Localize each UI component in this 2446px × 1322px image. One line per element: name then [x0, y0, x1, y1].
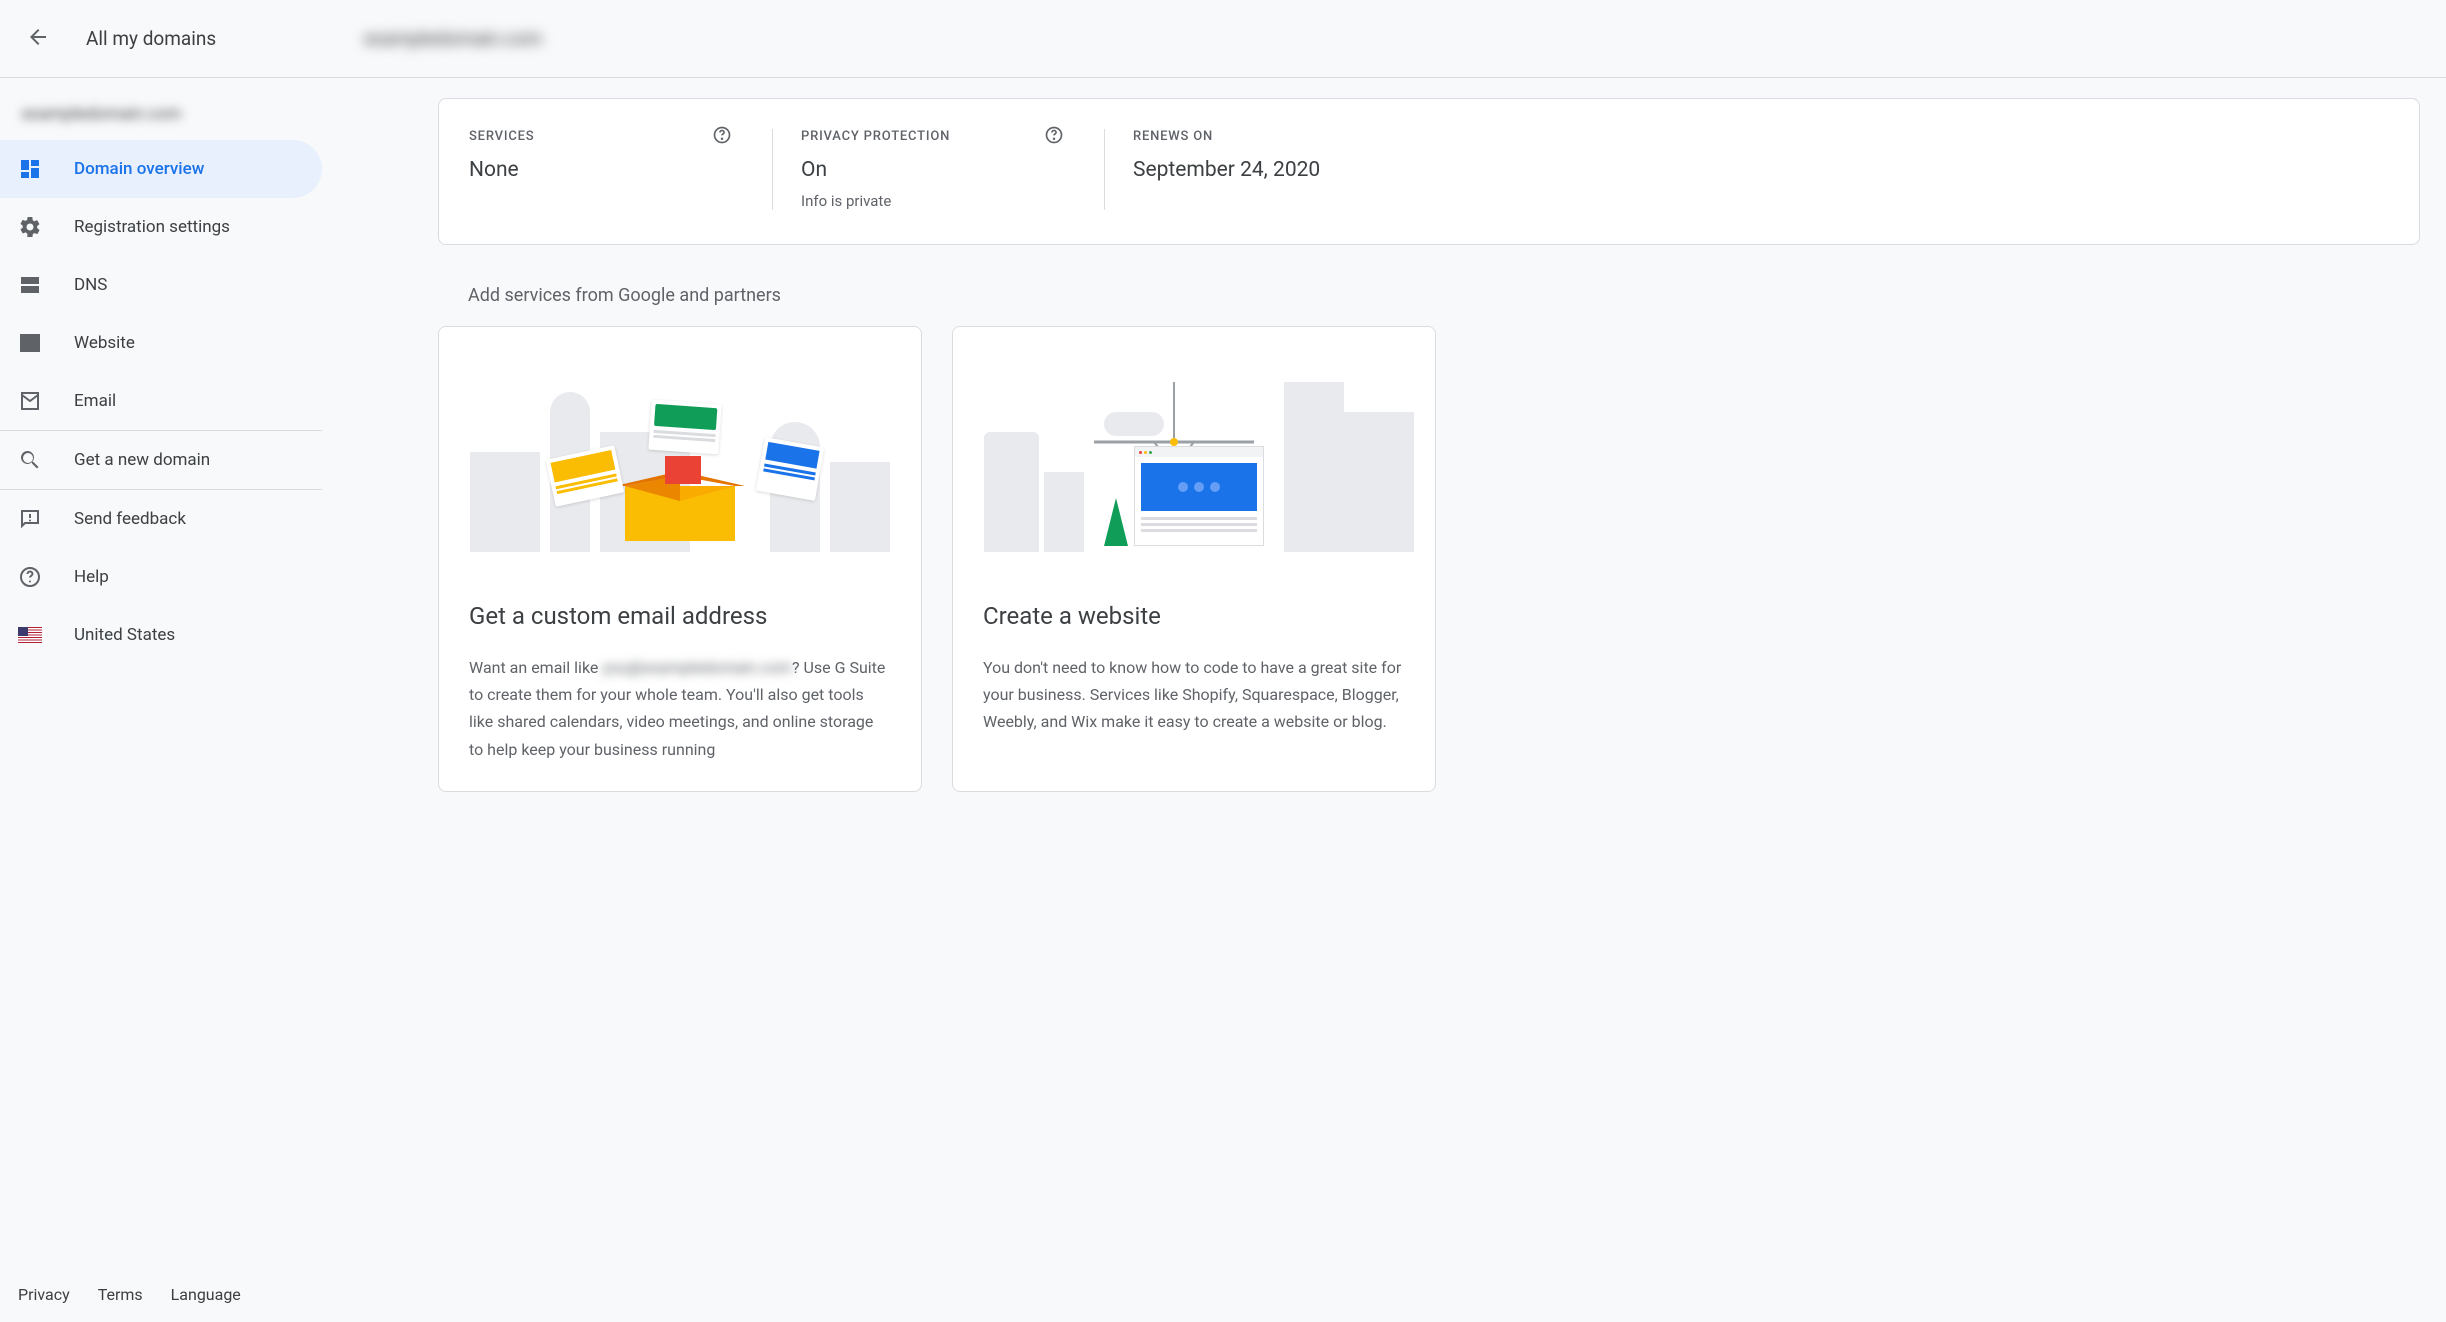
status-value: On	[801, 158, 1064, 182]
sidebar-item-help[interactable]: Help	[0, 548, 322, 606]
all-domains-link[interactable]: All my domains	[86, 27, 216, 50]
website-icon	[18, 331, 42, 355]
card-text-pre: Want an email like	[469, 658, 602, 677]
email-icon	[18, 389, 42, 413]
email-illustration	[439, 327, 921, 552]
sidebar-item-label: Help	[74, 567, 109, 587]
sidebar-item-registration-settings[interactable]: Registration settings	[0, 198, 322, 256]
search-icon	[18, 448, 42, 472]
help-circle-icon[interactable]	[1044, 125, 1064, 145]
sidebar-item-label: Get a new domain	[74, 450, 210, 470]
help-icon	[18, 565, 42, 589]
topbar-left: All my domains	[0, 0, 322, 77]
sidebar-item-get-new-domain[interactable]: Get a new domain	[0, 431, 322, 489]
sidebar-domain-name: exampledomain.com	[0, 92, 322, 140]
card-text-email-blur: you@exampledomain.com	[602, 658, 792, 677]
sidebar-item-label: Registration settings	[74, 217, 230, 237]
status-label: PRIVACY PROTECTION	[801, 129, 1064, 144]
topbar-domain-name: exampledomain.com	[322, 27, 542, 50]
help-circle-icon[interactable]	[712, 125, 732, 145]
sidebar-item-country[interactable]: United States	[0, 606, 322, 664]
status-services: SERVICES None	[469, 129, 773, 210]
dashboard-icon	[18, 157, 42, 181]
sidebar-item-send-feedback[interactable]: Send feedback	[0, 490, 322, 548]
dns-icon	[18, 273, 42, 297]
website-illustration	[953, 327, 1435, 552]
status-label: SERVICES	[469, 129, 732, 144]
footer-privacy[interactable]: Privacy	[18, 1285, 70, 1304]
status-renews: RENEWS ON September 24, 2020	[1133, 129, 1360, 210]
sidebar-item-website[interactable]: Website	[0, 314, 322, 372]
sidebar-item-label: DNS	[74, 275, 107, 295]
main-content: SERVICES None PRIVACY PROTECTION On Info…	[322, 78, 2446, 1322]
card-title: Get a custom email address	[469, 602, 891, 630]
topbar: All my domains exampledomain.com	[0, 0, 2446, 78]
status-subtext: Info is private	[801, 192, 1064, 210]
sidebar-item-label: Send feedback	[74, 509, 186, 529]
sidebar-item-label: United States	[74, 625, 175, 645]
section-title: Add services from Google and partners	[468, 285, 2420, 306]
sidebar-item-email[interactable]: Email	[0, 372, 322, 430]
sidebar-item-domain-overview[interactable]: Domain overview	[0, 140, 322, 198]
arrow-left-icon	[26, 25, 50, 53]
sidebar-item-label: Website	[74, 333, 135, 353]
status-value: None	[469, 158, 732, 182]
card-text: Want an email like you@exampledomain.com…	[469, 654, 891, 763]
feedback-icon	[18, 507, 42, 531]
status-value: September 24, 2020	[1133, 158, 1320, 182]
sidebar: exampledomain.com Domain overview Regist…	[0, 78, 322, 1322]
card-title: Create a website	[983, 602, 1405, 630]
service-card-email[interactable]: Get a custom email address Want an email…	[438, 326, 922, 792]
footer-links: Privacy Terms Language	[0, 1261, 322, 1322]
back-button[interactable]	[18, 19, 58, 59]
footer-terms[interactable]: Terms	[98, 1285, 143, 1304]
gear-icon	[18, 215, 42, 239]
sidebar-item-label: Email	[74, 391, 116, 411]
status-label: RENEWS ON	[1133, 129, 1320, 144]
card-text: You don't need to know how to code to ha…	[983, 654, 1405, 736]
footer-language[interactable]: Language	[171, 1285, 241, 1304]
sidebar-item-label: Domain overview	[74, 159, 204, 179]
status-privacy: PRIVACY PROTECTION On Info is private	[801, 129, 1105, 210]
status-card: SERVICES None PRIVACY PROTECTION On Info…	[438, 98, 2420, 245]
sidebar-item-dns[interactable]: DNS	[0, 256, 322, 314]
us-flag-icon	[18, 623, 42, 647]
service-card-website[interactable]: Create a website You don't need to know …	[952, 326, 1436, 792]
service-cards: Get a custom email address Want an email…	[438, 326, 2420, 792]
